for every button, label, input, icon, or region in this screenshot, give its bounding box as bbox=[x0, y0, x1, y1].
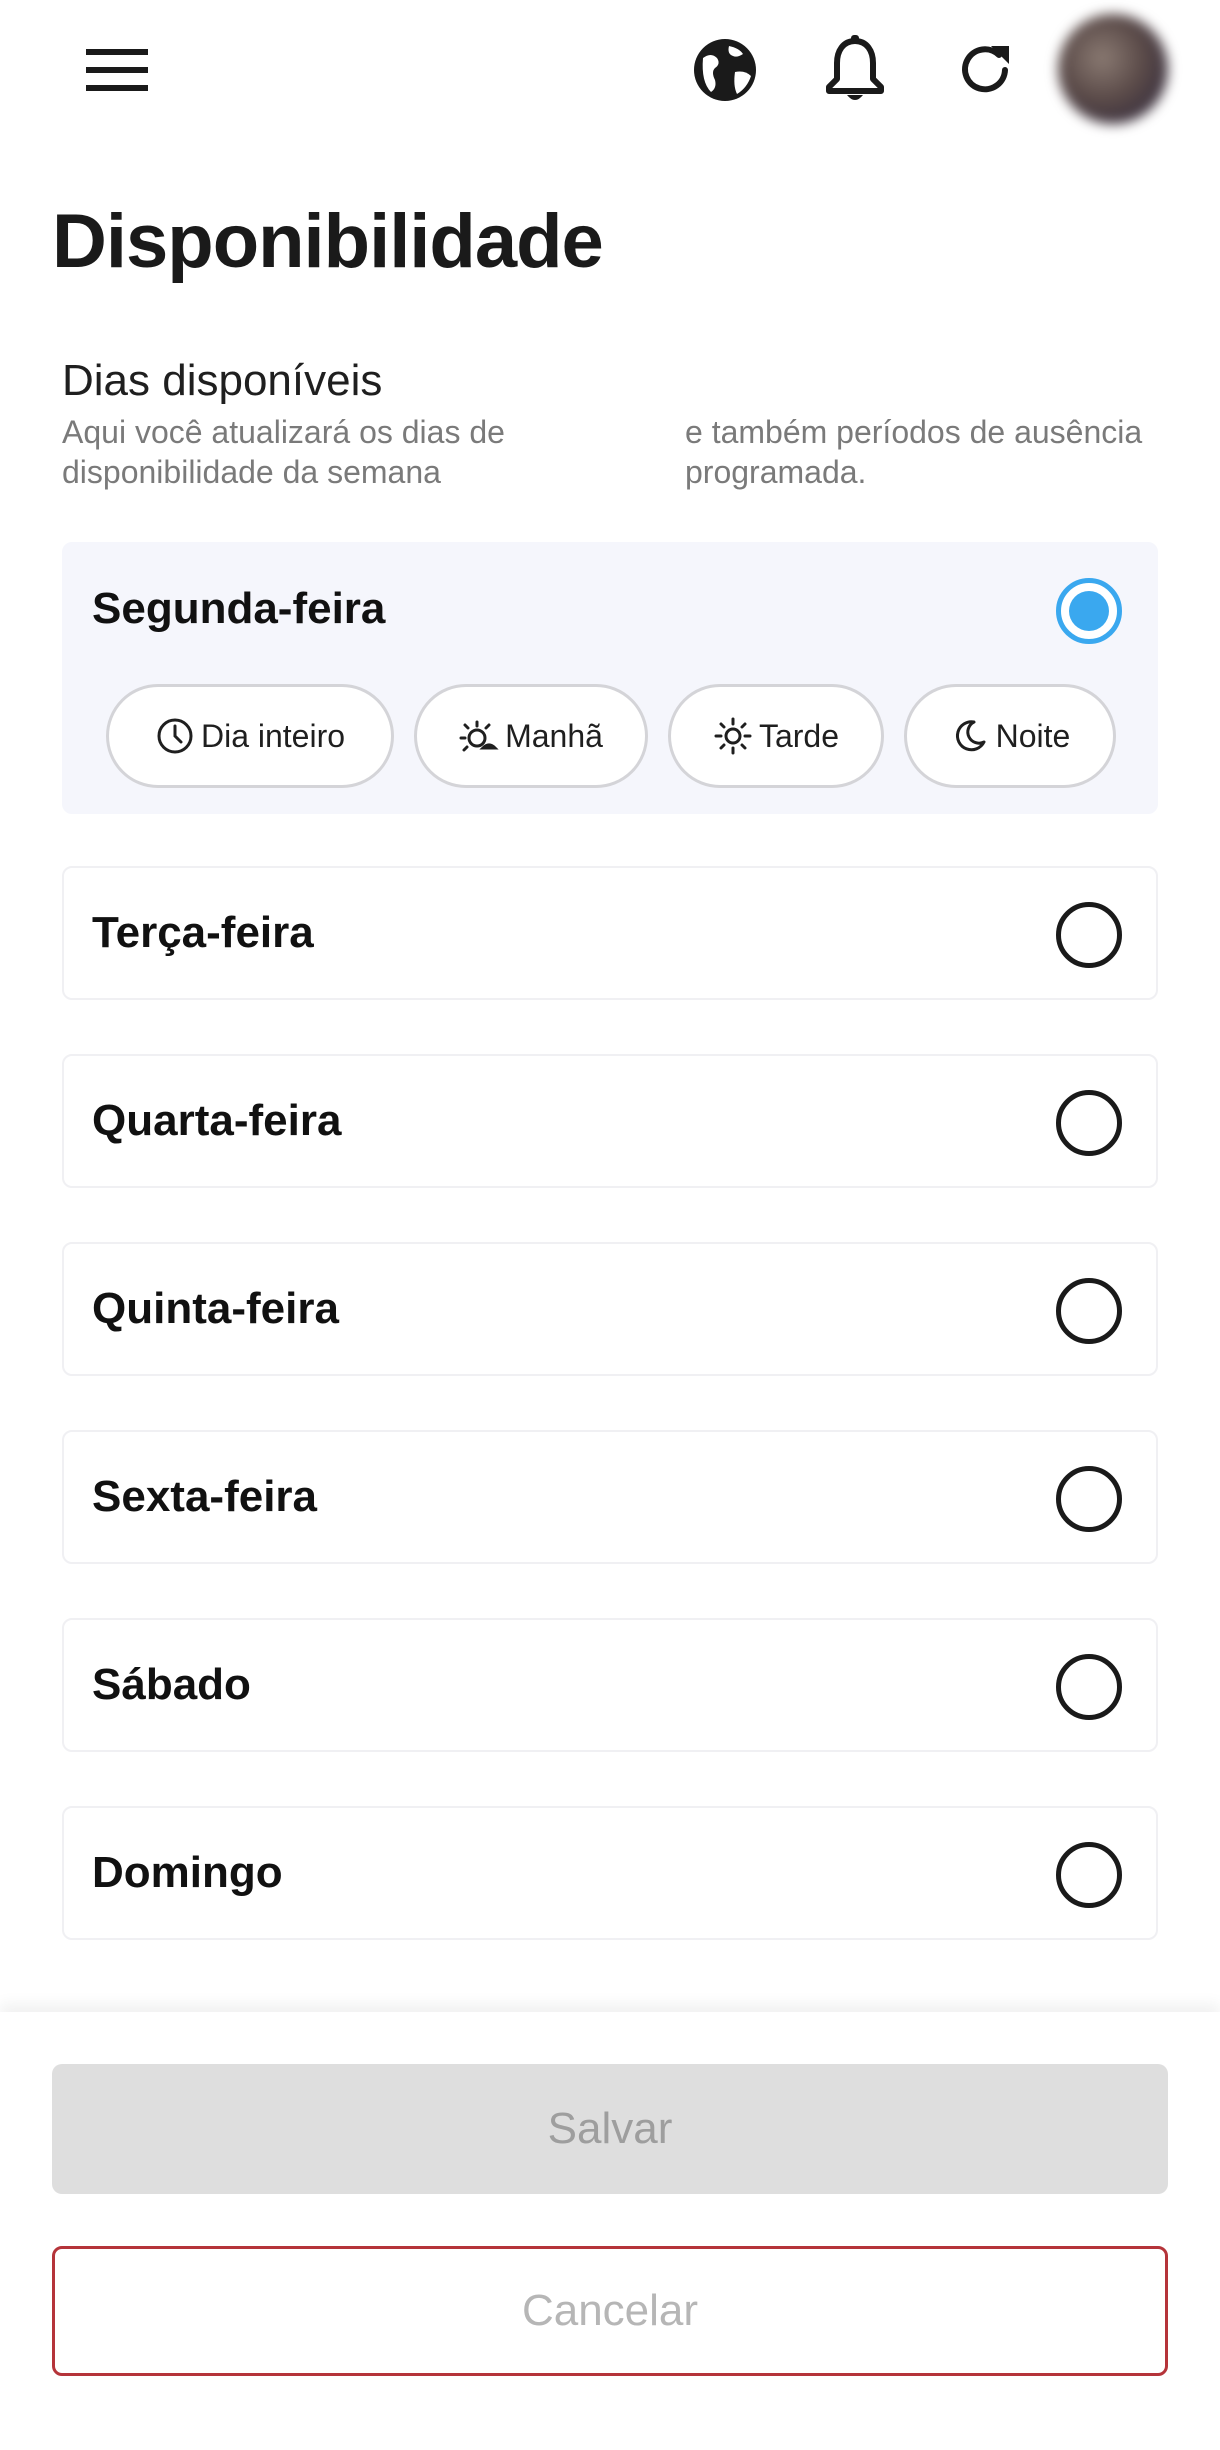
chip-label: Tarde bbox=[758, 717, 840, 754]
clock-icon bbox=[157, 718, 193, 754]
availability-page: Disponibilidade Dias disponíveis Aqui vo… bbox=[0, 0, 1220, 2450]
day-card-terca[interactable]: Terça-feira bbox=[62, 866, 1158, 1000]
day-radio-segunda[interactable] bbox=[1056, 578, 1122, 644]
day-radio-quarta[interactable] bbox=[1056, 1090, 1122, 1156]
top-bar bbox=[0, 0, 1220, 140]
chip-dia-inteiro[interactable]: Dia inteiro bbox=[106, 684, 394, 788]
day-radio-domingo[interactable] bbox=[1056, 1842, 1122, 1908]
day-label: Quarta-feira bbox=[92, 1096, 342, 1145]
day-card-sabado[interactable]: Sábado bbox=[62, 1618, 1158, 1752]
day-label: Quinta-feira bbox=[92, 1284, 339, 1333]
day-label: Segunda-feira bbox=[92, 584, 386, 633]
chip-manha[interactable]: Manhã bbox=[414, 684, 648, 788]
day-radio-quinta[interactable] bbox=[1056, 1278, 1122, 1344]
page-title: Disponibilidade bbox=[52, 199, 604, 284]
chip-label: Noite bbox=[995, 717, 1071, 754]
chip-noite[interactable]: Noite bbox=[904, 684, 1116, 788]
chip-label: Dia inteiro bbox=[200, 717, 346, 754]
day-label: Terça-feira bbox=[92, 908, 314, 957]
sun-icon bbox=[714, 717, 752, 755]
globe-icon[interactable] bbox=[680, 30, 770, 110]
day-radio-sabado[interactable] bbox=[1056, 1654, 1122, 1720]
chip-tarde[interactable]: Tarde bbox=[668, 684, 884, 788]
section-title: Dias disponíveis bbox=[62, 356, 383, 405]
avatar[interactable] bbox=[1058, 14, 1168, 124]
day-label: Sábado bbox=[92, 1660, 251, 1709]
day-card-segunda[interactable]: Segunda-feira Dia inteiro Manhã Tarde No… bbox=[62, 542, 1158, 814]
section-description-right: e também períodos de ausência programada… bbox=[685, 414, 1143, 490]
sunrise-icon bbox=[459, 720, 499, 752]
day-label: Sexta-feira bbox=[92, 1472, 318, 1521]
section-description-left: Aqui você atualizará os dias de disponib… bbox=[62, 414, 505, 490]
day-label: Domingo bbox=[92, 1848, 283, 1897]
bell-icon[interactable] bbox=[810, 30, 900, 110]
save-button[interactable]: Salvar bbox=[52, 2064, 1168, 2194]
refresh-icon[interactable] bbox=[940, 30, 1030, 110]
day-card-quinta[interactable]: Quinta-feira bbox=[62, 1242, 1158, 1376]
chip-label: Manhã bbox=[505, 717, 603, 754]
day-card-quarta[interactable]: Quarta-feira bbox=[62, 1054, 1158, 1188]
cancel-button[interactable]: Cancelar bbox=[52, 2246, 1168, 2376]
menu-icon[interactable] bbox=[72, 30, 162, 110]
day-card-domingo[interactable]: Domingo bbox=[62, 1806, 1158, 1940]
footer-actions: Salvar Cancelar bbox=[0, 2012, 1220, 2450]
day-card-sexta[interactable]: Sexta-feira bbox=[62, 1430, 1158, 1564]
day-radio-terca[interactable] bbox=[1056, 902, 1122, 968]
day-radio-sexta[interactable] bbox=[1056, 1466, 1122, 1532]
moon-icon bbox=[955, 720, 986, 752]
